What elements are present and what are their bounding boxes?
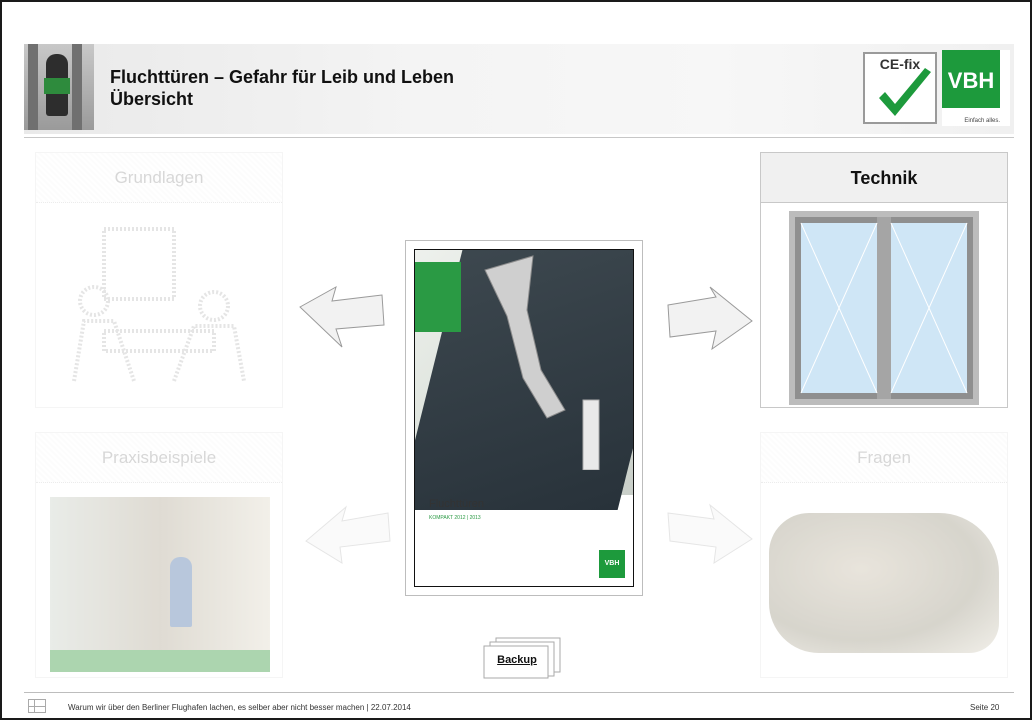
panel-technik[interactable]: Technik [760,152,1008,408]
brochure-title: Fluchttüren [429,498,485,510]
grundlagen-illustration [72,227,246,382]
fragen-scribble [769,513,999,653]
panel-label-grundlagen: Grundlagen [36,153,282,203]
header-divider [24,137,1014,138]
panel-label-technik: Technik [761,153,1007,203]
checkmark-icon [879,68,931,116]
brochure-vbh-logo: VBH [599,550,625,578]
header-photo [24,44,94,130]
footer-grid-icon [28,699,46,713]
cefix-logo: CE-fix [863,52,937,124]
praxis-photo [50,497,270,672]
panel-praxisbeispiele[interactable]: Praxisbeispiele [35,432,283,678]
vbh-logo-text: VBH [942,50,1000,108]
title-line-2: Übersicht [110,89,194,109]
window-illustration [789,211,979,405]
arrow-to-technik [667,286,753,351]
door-handle-icon [484,255,600,470]
panel-fragen[interactable]: Fragen [760,432,1008,678]
backup-button[interactable]: Backup [482,637,561,682]
panel-label-fragen: Fragen [761,433,1007,483]
title-line-1: Fluchttüren – Gefahr für Leib und Leben [110,67,455,87]
slide: Fluchttüren – Gefahr für Leib und Leben … [0,0,1032,720]
footer-text: Warum wir über den Berliner Flughafen la… [68,703,411,712]
vbh-tagline: Einfach alles. [964,118,1000,124]
panel-grundlagen[interactable]: Grundlagen [35,152,283,408]
panel-label-praxis: Praxisbeispiele [36,433,282,483]
page-title: Fluchttüren – Gefahr für Leib und Leben … [110,66,454,110]
backup-label: Backup [497,654,537,666]
brochure-image: Fluchttüren KOMPAKT 2012 | 2013 VBH [414,249,634,587]
arrow-to-fragen [667,503,753,564]
vbh-logo: VBH Einfach alles. [942,50,1010,126]
brochure-subtitle: KOMPAKT 2012 | 2013 [429,515,481,521]
arrow-to-praxis [305,505,391,564]
brochure-cover: Fluchttüren KOMPAKT 2012 | 2013 VBH [405,240,643,596]
arrow-to-grundlagen [299,285,385,348]
page-number: Seite 20 [970,703,1000,712]
footer-divider [24,692,1014,693]
